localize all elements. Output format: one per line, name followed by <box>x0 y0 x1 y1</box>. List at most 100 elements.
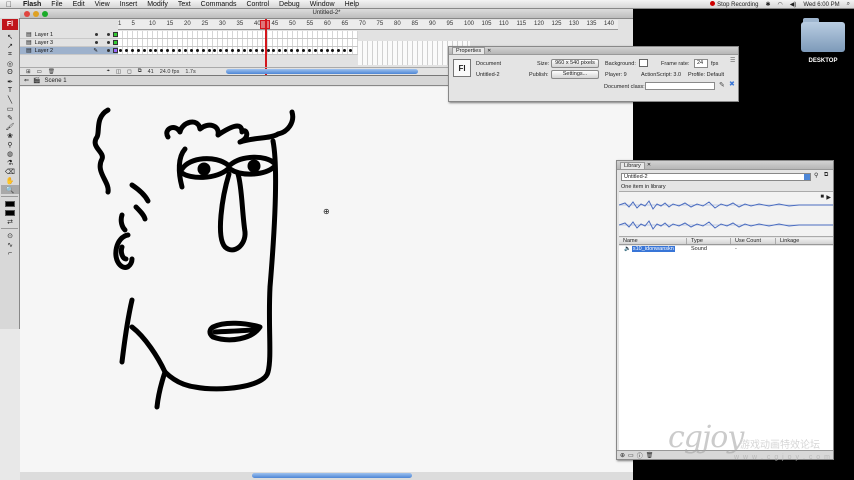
keyframe[interactable] <box>148 49 152 52</box>
menu-view[interactable]: View <box>90 0 115 9</box>
delete-layer-icon[interactable]: 🗑 <box>48 69 55 75</box>
keyframe[interactable] <box>189 49 193 52</box>
document-class-field[interactable] <box>645 82 715 90</box>
keyframe[interactable] <box>242 49 246 52</box>
keyframe[interactable] <box>166 49 170 52</box>
snap-to-objects-icon[interactable]: ⊙ <box>1 231 19 240</box>
keyframe[interactable] <box>278 49 282 52</box>
menu-window[interactable]: Window <box>305 0 340 9</box>
settings-button[interactable]: Settings... <box>551 70 599 79</box>
keyframe[interactable] <box>349 49 353 52</box>
keyframe[interactable] <box>183 49 187 52</box>
edit-multiple-frames-icon[interactable]: ⧉ <box>138 68 142 75</box>
text-icon[interactable]: T <box>1 86 19 95</box>
keyframe[interactable] <box>301 49 305 52</box>
keyframe[interactable] <box>313 49 317 52</box>
bone-icon[interactable]: ⚲ <box>1 140 19 149</box>
new-folder-icon[interactable]: ▭ <box>628 452 634 459</box>
delete-icon[interactable]: 🗑 <box>646 452 654 459</box>
tab-library[interactable]: Library <box>620 161 645 169</box>
scene-label[interactable]: Scene 1 <box>45 78 67 84</box>
spotlight-icon[interactable]: ⌕ <box>847 1 850 8</box>
menu-control[interactable]: Control <box>241 0 274 9</box>
keyframe[interactable] <box>207 49 211 52</box>
desktop-folder[interactable]: DESKTOP <box>798 18 848 64</box>
brush-icon[interactable]: 🖌 <box>1 122 19 131</box>
layer-row-1[interactable]: ▤ Layer 1 <box>20 31 633 39</box>
menu-edit[interactable]: Edit <box>68 0 90 9</box>
paint-bucket-icon[interactable]: ◍ <box>1 149 19 158</box>
zoom-icon[interactable]: 🔍 <box>1 185 19 194</box>
wifi-icon[interactable]: ◠ <box>778 1 783 8</box>
stop-sound-icon[interactable]: ■ <box>820 194 824 200</box>
library-document-select[interactable]: Untitled-2 <box>621 173 811 181</box>
apple-menu-icon[interactable]:  <box>0 0 18 9</box>
column-linkage[interactable]: Linkage <box>776 238 833 244</box>
keyframe[interactable] <box>154 49 158 52</box>
column-name[interactable]: Name <box>619 238 687 244</box>
smooth-icon[interactable]: ∿ <box>1 240 19 249</box>
pen-icon[interactable]: ✒ <box>1 77 19 86</box>
keyframe[interactable] <box>290 49 294 52</box>
keyframe[interactable] <box>130 49 134 52</box>
keyframe[interactable] <box>178 49 181 52</box>
keyframe[interactable] <box>225 49 229 52</box>
onion-outline-icon[interactable]: ◻ <box>127 69 132 75</box>
edit-class-icon[interactable]: ✎ <box>719 81 725 89</box>
timeline-scrollbar[interactable] <box>226 69 418 74</box>
frame-rate-field[interactable]: 24 <box>694 59 708 68</box>
document-titlebar[interactable]: Untitled-2* <box>20 9 633 19</box>
bluetooth-icon[interactable]: ✱ <box>765 1 770 8</box>
panel-menu-icon[interactable]: ☰ <box>730 57 735 64</box>
properties-icon[interactable]: ⓘ <box>637 451 643 460</box>
new-symbol-icon[interactable]: ⊕ <box>620 452 625 459</box>
menu-commands[interactable]: Commands <box>196 0 242 9</box>
keyframe[interactable] <box>213 49 217 52</box>
rectangle-icon[interactable]: ▭ <box>1 104 19 113</box>
keyframe[interactable] <box>248 49 252 52</box>
library-item[interactable]: 🔈 s10_idonwanskn Sound - <box>619 246 833 253</box>
close-tab-icon[interactable]: ✕ <box>647 162 651 168</box>
character-drawing[interactable] <box>20 87 633 472</box>
deco-icon[interactable]: ❀ <box>1 131 19 140</box>
menu-file[interactable]: File <box>46 0 67 9</box>
stage[interactable]: ⊕ <box>20 87 633 472</box>
clock[interactable]: Wed 6:00 PM <box>803 2 839 8</box>
menu-debug[interactable]: Debug <box>274 0 305 9</box>
stroke-color-swatch[interactable] <box>1 199 19 208</box>
keyframe[interactable] <box>124 49 128 52</box>
keyframe[interactable] <box>231 49 235 52</box>
layer-frames[interactable] <box>118 39 358 47</box>
keyframe[interactable] <box>254 49 258 52</box>
center-frame-icon[interactable]: ⌖ <box>107 68 110 75</box>
close-tab-icon[interactable]: ✕ <box>487 48 491 54</box>
volume-icon[interactable]: ◀) <box>790 1 797 8</box>
keyframe[interactable] <box>136 49 140 52</box>
keyframe[interactable] <box>142 49 146 52</box>
keyframe[interactable] <box>160 49 164 52</box>
line-icon[interactable]: ╲ <box>1 95 19 104</box>
new-folder-icon[interactable]: ▭ <box>37 69 42 75</box>
keyframe[interactable] <box>201 49 205 52</box>
frame-ruler[interactable]: 1 5 10 15 20 25 30 35 40 45 50 55 60 65 70 75 80 85 90 95 10… <box>118 20 618 30</box>
layer-frames[interactable] <box>118 47 358 55</box>
column-type[interactable]: Type <box>687 238 731 244</box>
keyframe[interactable] <box>272 49 276 52</box>
keyframe[interactable] <box>325 49 329 52</box>
menu-insert[interactable]: Insert <box>115 0 143 9</box>
keyframe[interactable] <box>343 49 347 52</box>
keyframe[interactable] <box>331 49 335 52</box>
keyframe[interactable] <box>319 49 323 52</box>
background-color-swatch[interactable] <box>639 59 648 67</box>
fill-color-swatch[interactable] <box>1 208 19 217</box>
visibility-dot[interactable] <box>107 49 110 52</box>
keyframe[interactable] <box>296 49 299 52</box>
menu-flash[interactable]: Flash <box>18 0 46 9</box>
menu-modify[interactable]: Modify <box>142 0 173 9</box>
keyframe[interactable] <box>219 49 223 52</box>
lasso-icon[interactable]: ʘ <box>1 68 19 77</box>
visibility-dot[interactable] <box>95 41 98 44</box>
menu-help[interactable]: Help <box>340 0 364 9</box>
column-use-count[interactable]: Use Count <box>731 238 776 244</box>
straighten-icon[interactable]: ⌐ <box>1 249 19 258</box>
